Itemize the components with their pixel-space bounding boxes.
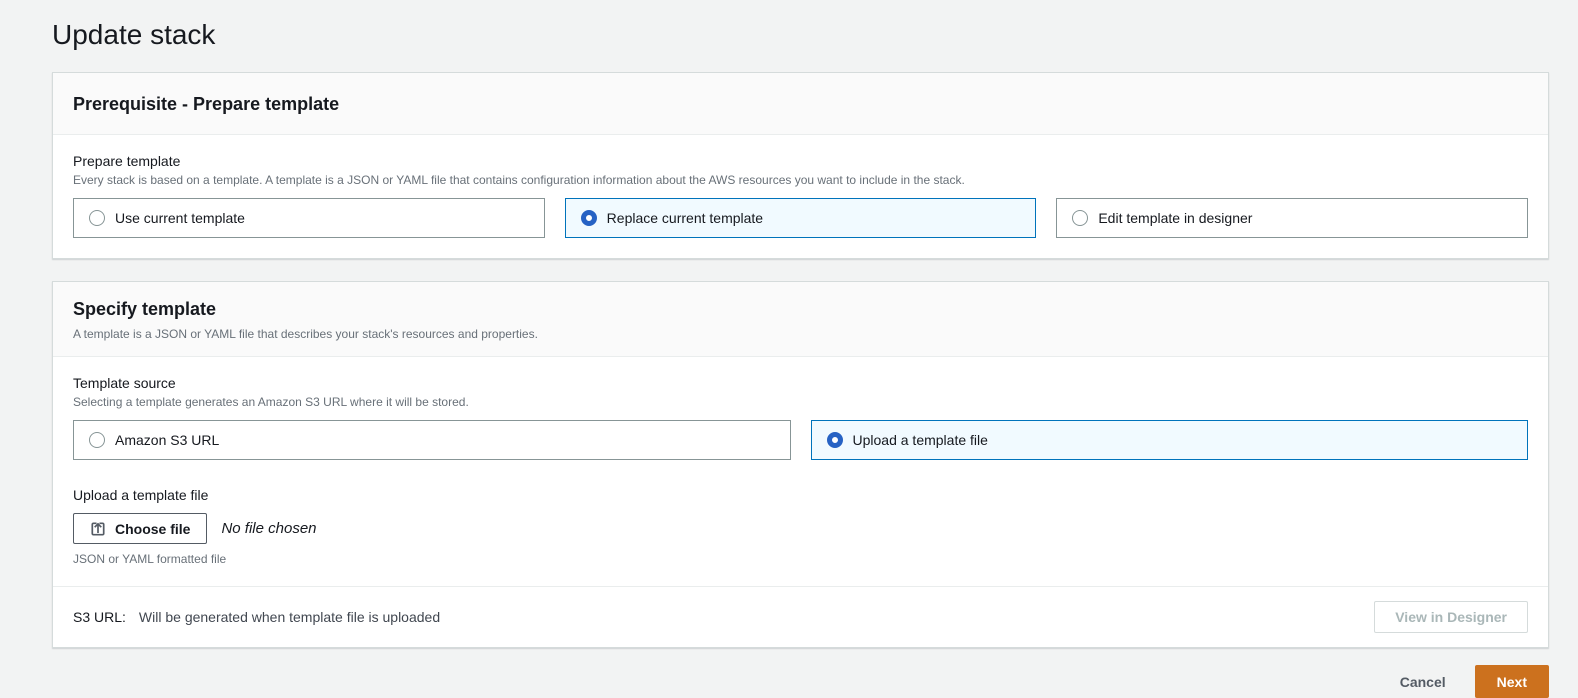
prerequisite-card: Prerequisite - Prepare template Prepare … xyxy=(52,72,1549,259)
specify-template-card-header: Specify template A template is a JSON or… xyxy=(53,282,1548,357)
choose-file-button-label: Choose file xyxy=(115,520,191,537)
radio-tile-replace-current-template[interactable]: Replace current template xyxy=(564,198,1037,238)
radio-tile-amazon-s3-url[interactable]: Amazon S3 URL xyxy=(73,420,791,460)
radio-tile-upload-template-file[interactable]: Upload a template file xyxy=(810,420,1528,460)
radio-tile-label: Upload a template file xyxy=(852,432,988,448)
radio-unselected-icon xyxy=(89,432,105,448)
page-title: Update stack xyxy=(52,19,216,50)
s3-url-line: S3 URL: Will be generated when template f… xyxy=(73,609,440,625)
template-source-description: Selecting a template generates an Amazon… xyxy=(73,395,469,409)
upload-template-file-label: Upload a template file xyxy=(73,487,209,503)
template-source-options: Amazon S3 URL Upload a template file xyxy=(73,420,1528,460)
choose-file-row: Choose file No file chosen xyxy=(73,513,1528,544)
s3-url-value: Will be generated when template file is … xyxy=(138,609,441,625)
radio-tile-label: Edit template in designer xyxy=(1098,210,1253,226)
radio-tile-use-current-template[interactable]: Use current template xyxy=(73,198,545,238)
cancel-button[interactable]: Cancel xyxy=(1400,674,1446,690)
prepare-template-options: Use current template Replace current tem… xyxy=(73,198,1529,238)
update-stack-page: Update stack Prerequisite - Prepare temp… xyxy=(0,0,1578,698)
specify-template-card-footer: S3 URL: Will be generated when template f… xyxy=(53,586,1548,647)
specify-template-card-title: Specify template xyxy=(73,299,217,319)
specify-template-card-content: Template source Selecting a template gen… xyxy=(53,357,1548,586)
upload-template-file-block: Upload a template file Choose file No fi xyxy=(73,485,1528,566)
wizard-actions: Cancel Next xyxy=(52,665,1549,698)
specify-template-card: Specify template A template is a JSON or… xyxy=(52,281,1549,648)
next-button[interactable]: Next xyxy=(1474,665,1549,698)
radio-selected-icon xyxy=(826,432,843,448)
prepare-template-label: Prepare template xyxy=(73,153,181,169)
radio-unselected-icon xyxy=(1072,210,1089,226)
file-format-constraint: JSON or YAML formatted file xyxy=(73,552,227,566)
radio-tile-label: Replace current template xyxy=(606,210,764,226)
template-source-label: Template source xyxy=(73,375,176,391)
prerequisite-card-title: Prerequisite - Prepare template xyxy=(73,94,340,114)
radio-selected-icon xyxy=(580,210,597,226)
prerequisite-card-header: Prerequisite - Prepare template xyxy=(53,73,1548,135)
radio-unselected-icon xyxy=(89,210,105,226)
radio-tile-edit-template-in-designer[interactable]: Edit template in designer xyxy=(1056,198,1529,238)
specify-template-card-description: A template is a JSON or YAML file that d… xyxy=(73,327,538,341)
prerequisite-card-content: Prepare template Every stack is based on… xyxy=(53,135,1548,258)
prepare-template-description: Every stack is based on a template. A te… xyxy=(73,173,965,187)
s3-url-label: S3 URL: xyxy=(73,609,126,625)
radio-tile-label: Use current template xyxy=(115,210,245,226)
view-in-designer-button[interactable]: View in Designer xyxy=(1374,601,1528,633)
upload-icon xyxy=(90,521,106,537)
choose-file-button[interactable]: Choose file xyxy=(73,513,208,544)
no-file-chosen-text: No file chosen xyxy=(221,520,317,537)
radio-tile-label: Amazon S3 URL xyxy=(115,432,220,448)
